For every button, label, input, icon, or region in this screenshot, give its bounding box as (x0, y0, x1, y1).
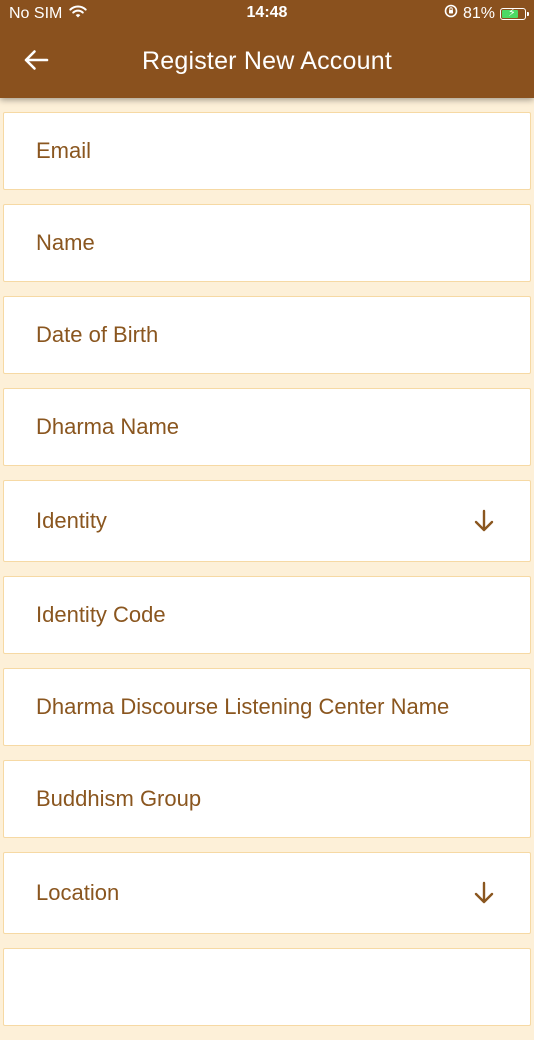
page-title: Register New Account (142, 47, 392, 75)
charging-bolt-icon: ⚡ (508, 6, 516, 19)
location-dropdown[interactable]: Location (3, 852, 531, 934)
arrow-down-icon (472, 508, 496, 534)
arrow-down-icon (472, 880, 496, 906)
orientation-lock-icon (444, 4, 458, 23)
identity-placeholder: Identity (36, 508, 107, 533)
status-bar: No SIM 14:48 81% ⚡ (0, 0, 534, 28)
location-placeholder: Location (36, 880, 120, 905)
identity-code-field[interactable]: Identity Code (3, 576, 531, 654)
name-field[interactable]: Name (3, 204, 531, 282)
dharma-name-placeholder: Dharma Name (36, 414, 180, 439)
registration-form: Email Name Date of Birth Dharma Name Ide… (3, 112, 531, 1040)
status-right: 81% ⚡ (444, 4, 529, 23)
identity-dropdown[interactable]: Identity (3, 480, 531, 562)
toolbar: Register New Account (0, 28, 534, 98)
email-field[interactable]: Email (3, 112, 531, 190)
date-of-birth-field[interactable]: Date of Birth (3, 296, 531, 374)
listening-center-name-placeholder: Dharma Discourse Listening Center Name (36, 694, 450, 719)
buddhism-group-field[interactable]: Buddhism Group (3, 760, 531, 838)
date-of-birth-placeholder: Date of Birth (36, 322, 159, 347)
dharma-name-field[interactable]: Dharma Name (3, 388, 531, 466)
battery-tip (527, 11, 529, 16)
battery-charging-icon: ⚡ (500, 6, 529, 20)
battery-percent: 81% (462, 4, 495, 22)
listening-center-name-field[interactable]: Dharma Discourse Listening Center Name (3, 668, 531, 746)
app-bar: No SIM 14:48 81% ⚡ Register New Account (0, 0, 534, 98)
email-placeholder: Email (36, 138, 92, 163)
buddhism-group-placeholder: Buddhism Group (36, 786, 202, 811)
identity-code-placeholder: Identity Code (36, 602, 166, 627)
name-placeholder: Name (36, 230, 95, 255)
next-field-partial[interactable] (3, 948, 531, 1026)
